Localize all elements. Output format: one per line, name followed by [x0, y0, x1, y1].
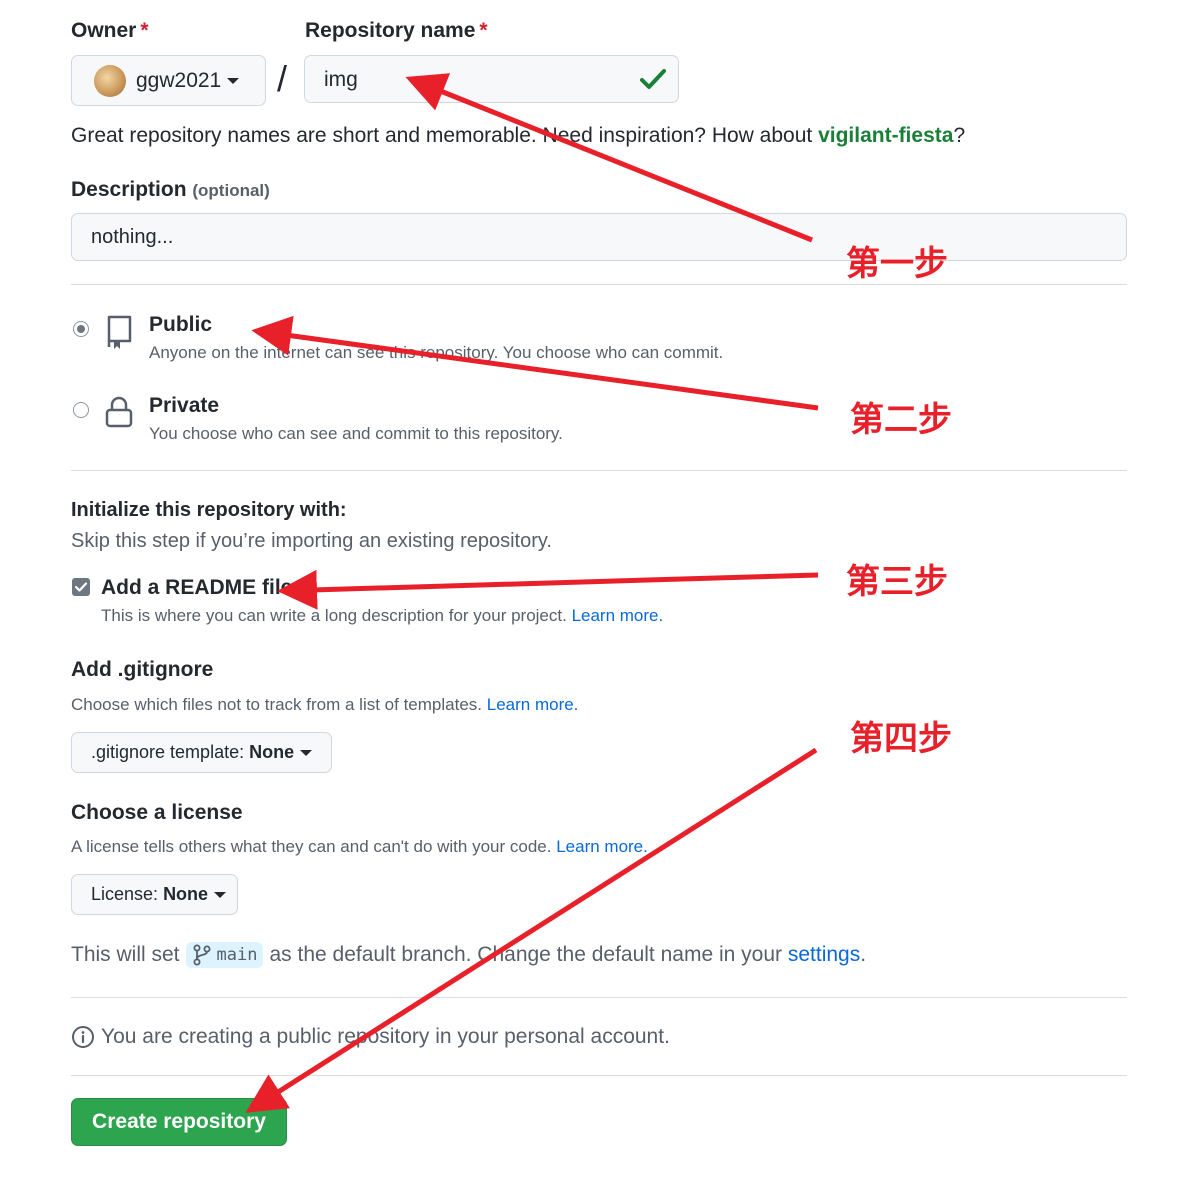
step2-arrow — [251, 315, 819, 411]
annotation-step4: 第四步 — [850, 719, 952, 759]
annotation-step1: 第一步 — [846, 244, 948, 284]
step3-arrow — [277, 569, 819, 610]
annotation-step2: 第二步 — [850, 400, 952, 440]
step4-arrow — [245, 747, 818, 1113]
annotation-arrows — [245, 73, 819, 1113]
annotation-step3: 第三步 — [846, 562, 948, 602]
step1-arrow — [405, 73, 813, 243]
